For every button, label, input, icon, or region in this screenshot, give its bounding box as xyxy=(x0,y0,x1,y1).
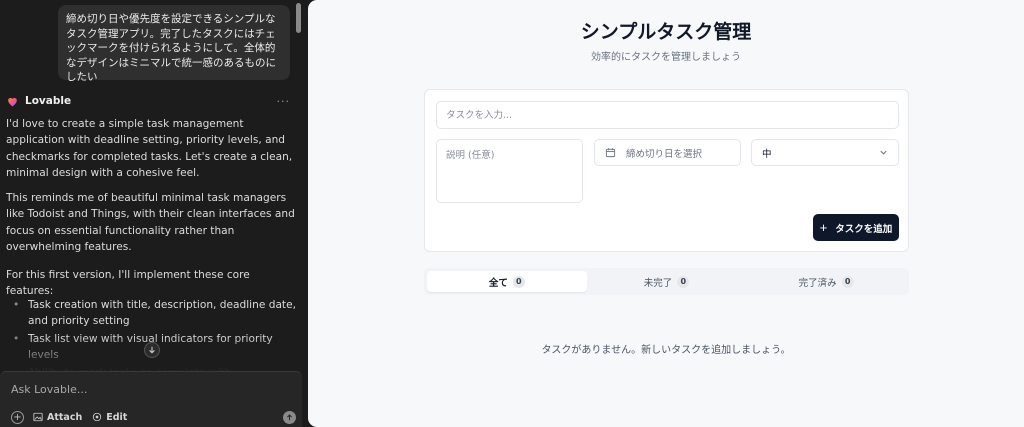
tab-completed[interactable]: 完了済み 0 xyxy=(746,271,906,292)
attach-label: Attach xyxy=(47,411,83,423)
task-filter-tabs: 全て 0 未完了 0 完了済み 0 xyxy=(424,268,909,295)
page-title: シンプルタスク管理 xyxy=(580,21,752,43)
task-form-card: 締め切り日を選択 中 + タスクを追加 xyxy=(424,89,909,252)
target-icon xyxy=(93,412,102,422)
user-message-bubble: 締め切り日や優先度を設定できるシンプルなタスク管理アプリ。完了したタスクにはチェ… xyxy=(58,5,290,83)
tab-label: 完了済み xyxy=(798,277,837,289)
count-badge: 0 xyxy=(512,275,525,288)
chat-composer: + Attach Edit xyxy=(0,371,302,427)
scroll-down-button[interactable] xyxy=(144,342,160,358)
assistant-paragraph: For this first version, I'll implement t… xyxy=(6,269,250,298)
edit-label: Edit xyxy=(106,411,128,423)
add-attachment-button[interactable]: + xyxy=(11,410,24,424)
edit-button[interactable]: Edit xyxy=(92,412,127,423)
priority-value: 中 xyxy=(762,148,772,160)
feature-list-item: Task creation with title, description, d… xyxy=(6,297,296,330)
chat-panel: 締め切り日や優先度を設定できるシンプルなタスク管理アプリ。完了したタスクにはチェ… xyxy=(0,0,305,427)
image-icon xyxy=(33,412,43,422)
tab-incomplete[interactable]: 未完了 0 xyxy=(587,271,747,292)
tab-all[interactable]: 全て 0 xyxy=(427,271,587,292)
chat-input[interactable] xyxy=(11,381,291,397)
task-title-input[interactable] xyxy=(436,101,899,129)
task-description-input[interactable] xyxy=(436,139,583,203)
lovable-heart-icon xyxy=(8,97,17,106)
arrow-down-icon xyxy=(149,346,155,354)
more-options-button[interactable]: ··· xyxy=(277,95,291,108)
composer-toolbar: + Attach Edit xyxy=(11,410,296,424)
tab-label: 未完了 xyxy=(643,277,673,289)
arrow-up-icon xyxy=(287,413,292,420)
count-badge: 0 xyxy=(677,275,690,288)
chat-scrollbar[interactable] xyxy=(296,3,301,33)
add-task-label: タスクを追加 xyxy=(835,223,893,235)
assistant-paragraph: I'd love to create a simple task managem… xyxy=(6,118,293,180)
count-badge: 0 xyxy=(841,275,854,288)
add-task-button[interactable]: + タスクを追加 xyxy=(813,214,899,241)
assistant-header: Lovable ··· xyxy=(6,93,290,109)
attach-button[interactable]: Attach xyxy=(33,412,82,423)
page-subtitle: 効率的にタスクを管理しましょう xyxy=(591,52,741,63)
assistant-paragraph: This reminds me of beautiful minimal tas… xyxy=(6,192,295,254)
deadline-date-picker[interactable]: 締め切り日を選択 xyxy=(594,139,741,166)
chevron-down-icon xyxy=(880,150,887,155)
app-preview: シンプルタスク管理 効率的にタスクを管理しましょう 締め切り日を選択 中 + タ… xyxy=(308,0,1024,427)
deadline-label: 締め切り日を選択 xyxy=(626,148,703,160)
priority-select[interactable]: 中 xyxy=(751,139,899,166)
calendar-icon xyxy=(605,148,616,158)
send-button[interactable] xyxy=(283,410,296,424)
empty-state-message: タスクがありません。新しいタスクを追加しましょう。 xyxy=(541,345,791,356)
tab-label: 全て xyxy=(488,277,508,289)
plus-icon: + xyxy=(819,220,828,235)
assistant-name: Lovable xyxy=(25,95,72,107)
